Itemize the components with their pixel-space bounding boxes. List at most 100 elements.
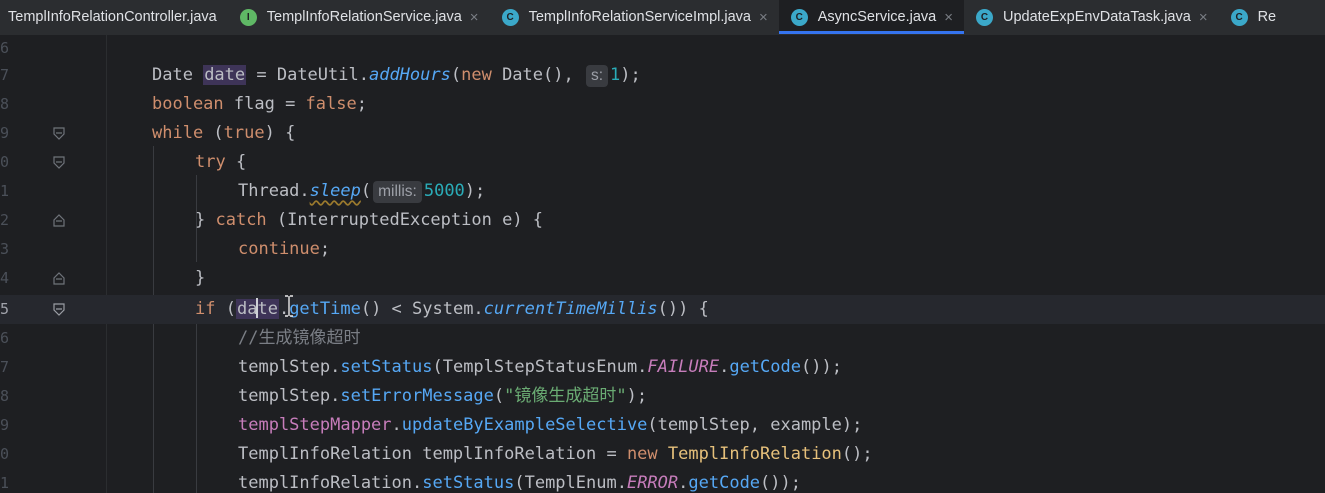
code-token: ( xyxy=(360,181,372,201)
class-icon: C xyxy=(1230,8,1248,26)
code-token: getTime xyxy=(289,299,361,319)
close-icon[interactable]: × xyxy=(759,9,768,26)
line-number: 9 xyxy=(0,124,10,142)
code-line[interactable]: 9 templStepMapper.updateByExampleSelecti… xyxy=(0,411,1325,440)
code-text: templStep.setStatus(TemplStepStatusEnum.… xyxy=(238,353,842,382)
tab-templ-info-relation-controller[interactable]: TemplInfoRelationController.java xyxy=(0,0,228,34)
tab-truncated[interactable]: C Re xyxy=(1219,0,1288,34)
code-text: while (true) { xyxy=(152,119,295,148)
code-token: currentTimeMillis xyxy=(483,299,658,319)
code-token: ; xyxy=(356,94,367,114)
fold-close-icon[interactable] xyxy=(52,272,66,285)
code-comment: //生成镜像超时 xyxy=(238,328,361,348)
code-token: Date(), xyxy=(491,65,584,85)
code-token: ERROR xyxy=(626,473,679,493)
close-icon[interactable]: × xyxy=(944,9,953,26)
code-line[interactable]: 2 } catch (InterruptedException e) { xyxy=(0,206,1325,235)
class-icon: C xyxy=(790,8,808,26)
code-token: while xyxy=(152,123,204,143)
fold-open-icon[interactable] xyxy=(52,156,66,169)
code-token: } xyxy=(195,268,206,288)
current-code-line[interactable]: 5 if (date.getTime() < System.currentTim… xyxy=(0,295,1325,324)
code-line[interactable]: 6 //生成镜像超时 xyxy=(0,324,1325,353)
code-token: ( xyxy=(215,299,236,319)
code-text: templInfoRelation.setStatus(TemplEnum.ER… xyxy=(238,469,801,493)
code-token: . xyxy=(678,473,689,493)
fold-open-icon[interactable] xyxy=(52,303,66,316)
line-number: 8 xyxy=(0,387,10,405)
code-token: FAILURE xyxy=(647,357,720,377)
code-token: try xyxy=(195,152,226,172)
tab-label: UpdateExpEnvDataTask.java xyxy=(1003,9,1191,25)
line-number: 5 xyxy=(0,300,10,318)
editor-tab-bar: TemplInfoRelationController.java I Templ… xyxy=(0,0,1325,36)
line-number: 8 xyxy=(0,95,10,113)
tab-label: TemplInfoRelationServiceImpl.java xyxy=(528,9,751,25)
line-number: 6 xyxy=(0,329,10,347)
line-number: 1 xyxy=(0,182,10,200)
code-token: 1 xyxy=(610,65,621,85)
interface-icon: I xyxy=(239,8,257,26)
code-line[interactable]: 1 templInfoRelation.setStatus(TemplEnum.… xyxy=(0,469,1325,493)
code-token: true xyxy=(223,123,265,143)
code-token: ()); xyxy=(760,473,801,493)
class-icon: C xyxy=(976,8,993,26)
code-text: continue; xyxy=(238,235,330,264)
line-number: 6 xyxy=(0,39,10,57)
code-token: ; xyxy=(319,239,331,259)
code-line[interactable]: 9 while (true) { xyxy=(0,119,1325,148)
code-line[interactable]: 8 boolean flag = false; xyxy=(0,90,1325,119)
code-text: boolean flag = false; xyxy=(152,90,367,119)
code-line[interactable]: 4 } xyxy=(0,264,1325,293)
tab-templ-info-relation-service-impl[interactable]: C TemplInfoRelationServiceImpl.java × xyxy=(490,0,779,34)
code-token: (InterruptedException xyxy=(266,210,503,230)
tab-async-service[interactable]: C AsyncService.java × xyxy=(778,0,965,34)
code-line[interactable]: 3 continue; xyxy=(0,235,1325,264)
tab-templ-info-relation-service[interactable]: I TemplInfoRelationService.java × xyxy=(228,0,490,34)
code-token: (TemplStepStatusEnum. xyxy=(432,357,648,377)
code-token: ( xyxy=(203,123,224,143)
code-token: getCode xyxy=(729,357,801,377)
text-cursor-icon xyxy=(285,295,293,317)
code-token: = DateUtil. xyxy=(246,65,369,85)
code-token: templStep. xyxy=(238,357,341,377)
code-token: catch xyxy=(215,210,267,230)
code-token: ( xyxy=(493,386,505,406)
code-line[interactable]: 0 TemplInfoRelation templInfoRelation = … xyxy=(0,440,1325,469)
close-icon[interactable]: × xyxy=(470,9,479,26)
code-token: . xyxy=(719,357,730,377)
fold-close-icon[interactable] xyxy=(52,214,66,227)
code-text: TemplInfoRelation templInfoRelation = ne… xyxy=(238,440,873,469)
line-number: 3 xyxy=(0,240,10,258)
code-token: ); xyxy=(626,386,648,406)
code-token: da xyxy=(236,299,258,319)
code-line[interactable]: 1 Thread.sleep(millis: 5000); xyxy=(0,177,1325,206)
code-line[interactable]: 6 xyxy=(0,35,1325,63)
code-token: ()) { xyxy=(657,299,709,319)
parameter-hint: millis: xyxy=(373,181,422,203)
code-editor[interactable]: 6 7 Date date = DateUtil.addHours(new Da… xyxy=(0,35,1325,493)
code-line[interactable]: 7 Date date = DateUtil.addHours(new Date… xyxy=(0,61,1325,90)
code-token: { xyxy=(225,152,247,172)
class-icon: C xyxy=(501,8,519,26)
code-token: setStatus xyxy=(422,473,515,493)
code-token: e xyxy=(502,210,513,230)
close-icon[interactable]: × xyxy=(1199,9,1208,26)
code-token: . xyxy=(391,415,402,435)
code-token: ); xyxy=(464,181,486,201)
code-line[interactable]: 0 try { xyxy=(0,148,1325,177)
code-text: if (date.getTime() < System.currentTimeM… xyxy=(195,295,709,324)
line-number: 2 xyxy=(0,211,10,229)
tab-label: TemplInfoRelationController.java xyxy=(8,9,217,25)
tab-update-exp-env-data-task[interactable]: C UpdateExpEnvDataTask.java × xyxy=(964,0,1219,34)
code-line[interactable]: 8 templStep.setErrorMessage("镜像生成超时"); xyxy=(0,382,1325,411)
code-token: getCode xyxy=(688,473,761,493)
code-token: setErrorMessage xyxy=(340,386,494,406)
fold-open-icon[interactable] xyxy=(52,127,66,140)
code-token: 5000 xyxy=(423,181,465,201)
line-number: 0 xyxy=(0,153,10,171)
code-token: (); xyxy=(841,444,873,464)
code-token: new xyxy=(461,65,492,85)
code-token: sleep xyxy=(309,181,361,201)
code-line[interactable]: 7 templStep.setStatus(TemplStepStatusEnu… xyxy=(0,353,1325,382)
